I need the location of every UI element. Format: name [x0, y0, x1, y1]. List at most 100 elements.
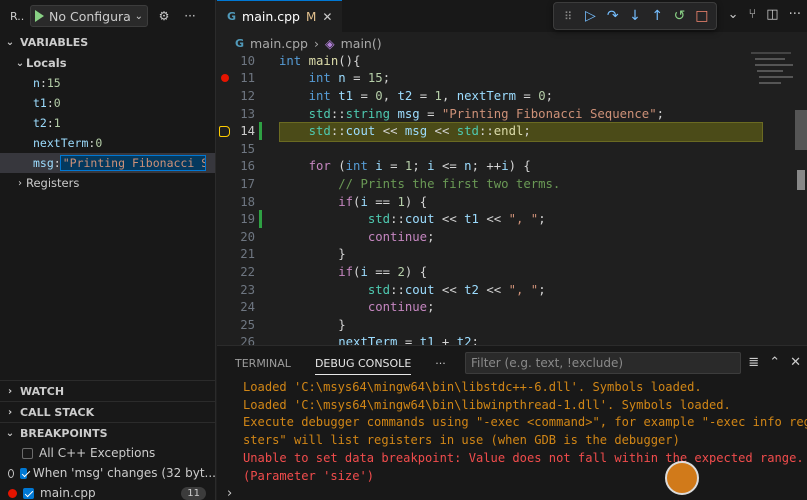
breakpoint-checkbox[interactable]: [23, 487, 34, 499]
editor-actions: ⌄ ⑂ ◫ ···: [728, 7, 801, 22]
line-number: 13: [240, 106, 255, 121]
vscode-window: R... No Configurati ⌄ ⚙ ··· ⌄ VARIABLES …: [0, 0, 807, 500]
breakpoint-checkbox[interactable]: [22, 447, 33, 459]
scrollbar-thumb[interactable]: [795, 110, 807, 150]
variable-row[interactable]: nextTerm: 0: [0, 133, 215, 153]
tab-debug-console[interactable]: DEBUG CONSOLE: [314, 357, 412, 375]
variable-row[interactable]: t2: 1: [0, 113, 215, 133]
callstack-section-header[interactable]: › CALL STACK: [0, 401, 215, 422]
code-line[interactable]: 15: [217, 140, 807, 158]
more-actions-icon[interactable]: ···: [789, 7, 801, 22]
variable-value: 1: [53, 116, 61, 130]
code-text: if(i == 2) {: [338, 264, 428, 279]
chevron-down-icon[interactable]: ⌄: [728, 7, 739, 22]
breadcrumb-symbol[interactable]: main(): [341, 36, 382, 51]
breakpoint-checkbox[interactable]: [19, 467, 27, 479]
registers-title: Registers: [26, 176, 80, 190]
code-line[interactable]: 17 // Prints the first two terms.: [217, 175, 807, 193]
console-line: Loaded 'C:\msys64\mingw64\bin\libstdc++-…: [243, 380, 702, 394]
step-out-icon[interactable]: ↑: [647, 5, 667, 27]
breakpoint-item[interactable]: When 'msg' changes (32 byt...: [0, 463, 216, 483]
code-line[interactable]: 13 std::string msg = "Printing Fibonacci…: [217, 105, 807, 123]
breakpoint-dot-icon: [8, 488, 17, 498]
code-text: std::string msg = "Printing Fibonacci Se…: [308, 106, 665, 121]
source-control-compare-icon[interactable]: ⑂: [748, 7, 756, 22]
code-line[interactable]: 23 std::cout << t2 << ", ";: [217, 281, 807, 299]
breakpoint-item[interactable]: All C++ Exceptions: [0, 443, 215, 463]
scroll-marker: [797, 170, 805, 190]
locals-scope[interactable]: ⌄ Locals: [0, 53, 215, 73]
variable-row[interactable]: n: 15: [0, 73, 215, 93]
gear-icon[interactable]: ⚙: [154, 6, 174, 26]
code-text: }: [338, 317, 346, 332]
code-line[interactable]: 11 int n = 15;: [217, 70, 807, 88]
variable-name: nextTerm: [33, 136, 89, 150]
code-line[interactable]: 20 continue;: [217, 228, 807, 246]
more-actions-icon[interactable]: ···: [180, 6, 200, 26]
code-line[interactable]: 14 std::cout << msg << std::endl;: [217, 122, 807, 142]
modified-indicator: M: [305, 9, 317, 24]
line-number: 17: [240, 176, 255, 191]
breakpoint-item[interactable]: main.cpp 11: [0, 483, 215, 500]
close-icon[interactable]: ✕: [790, 355, 801, 370]
code-text: }: [338, 247, 346, 262]
restart-icon[interactable]: ↺: [669, 5, 689, 27]
step-over-icon[interactable]: ↷: [603, 5, 623, 27]
watch-section-header[interactable]: › WATCH: [0, 380, 215, 401]
code-text: if(i == 1) {: [338, 194, 428, 209]
variables-section-header[interactable]: ⌄ VARIABLES: [0, 32, 215, 53]
line-number: 25: [240, 317, 255, 332]
code-line[interactable]: 19 std::cout << t1 << ", ";: [217, 210, 807, 228]
code-line[interactable]: 12 int t1 = 0, t2 = 1, nextTerm = 0;: [217, 87, 807, 105]
console-input-prompt[interactable]: ›: [227, 486, 232, 500]
start-debugging-icon[interactable]: [35, 10, 44, 22]
variable-name: n: [33, 76, 40, 90]
console-filter-input[interactable]: Filter (e.g. text, !exclude): [465, 352, 741, 374]
code-line[interactable]: 24 continue;: [217, 298, 807, 316]
code-editor[interactable]: 10 int main(){11 int n = 15; 12 int t1 = 0…: [217, 52, 807, 351]
callstack-title: CALL STACK: [20, 405, 95, 419]
more-actions-icon[interactable]: ···: [435, 357, 446, 370]
close-icon[interactable]: ✕: [322, 10, 332, 24]
variable-row[interactable]: t1: 0: [0, 93, 215, 113]
code-line[interactable]: 25 }: [217, 316, 807, 334]
split-editor-icon[interactable]: ◫: [766, 7, 778, 22]
breakpoints-section-header[interactable]: ⌄ BREAKPOINTS: [0, 422, 215, 443]
console-line: Execute debugger commands using "-exec <…: [243, 415, 807, 430]
breakpoints-title: BREAKPOINTS: [20, 426, 108, 440]
variable-value: 0: [95, 136, 103, 150]
continue-icon[interactable]: ▷: [580, 5, 600, 27]
line-number: 22: [240, 264, 255, 279]
locals-title: Locals: [26, 56, 67, 70]
breakpoint-label: When 'msg' changes (32 byt...: [32, 466, 216, 480]
code-line[interactable]: 22 if(i == 2) {: [217, 263, 807, 281]
step-into-icon[interactable]: ↓: [625, 5, 645, 27]
chevron-down-icon: ⌄: [5, 37, 15, 48]
code-line[interactable]: 10 int main(){: [217, 52, 807, 70]
code-text: // Prints the first two terms.: [338, 176, 561, 191]
line-number: 18: [240, 194, 255, 209]
variable-row-selected[interactable]: msg: "Printing Fibonacci S: [0, 153, 215, 173]
watermark-logo: [665, 458, 805, 498]
watermark-face-icon: [665, 461, 699, 495]
code-line[interactable]: 16 for (int i = 1; i <= n; ++i) {: [217, 158, 807, 176]
launch-config-dropdown[interactable]: No Configurati ⌄: [30, 5, 148, 27]
tab-terminal[interactable]: TERMINAL: [235, 357, 291, 370]
minimap[interactable]: [745, 52, 807, 342]
editor-tab[interactable]: G main.cpp M ✕: [217, 0, 343, 32]
console-line: sters" will list registers in use (when …: [243, 433, 680, 448]
chevron-down-icon: ⌄: [15, 57, 25, 69]
drag-handle-icon[interactable]: ⠿: [558, 5, 578, 27]
code-text: std::cout << msg << std::endl;: [308, 124, 531, 139]
code-line[interactable]: 18 if(i == 1) {: [217, 193, 807, 211]
stop-icon[interactable]: □: [692, 5, 712, 27]
code-text: int n = 15;: [308, 71, 391, 86]
clear-console-icon[interactable]: ≣: [748, 355, 759, 370]
bottom-panel: TERMINAL DEBUG CONSOLE ··· Filter (e.g. …: [217, 345, 807, 500]
breadcrumb-file[interactable]: main.cpp: [250, 36, 308, 51]
line-number: 21: [240, 247, 255, 262]
code-line[interactable]: 21 }: [217, 246, 807, 264]
maximize-panel-icon[interactable]: ⌃: [769, 355, 780, 370]
registers-scope[interactable]: › Registers: [0, 173, 215, 193]
panel-actions: ≣ ⌃ ✕: [748, 355, 801, 370]
